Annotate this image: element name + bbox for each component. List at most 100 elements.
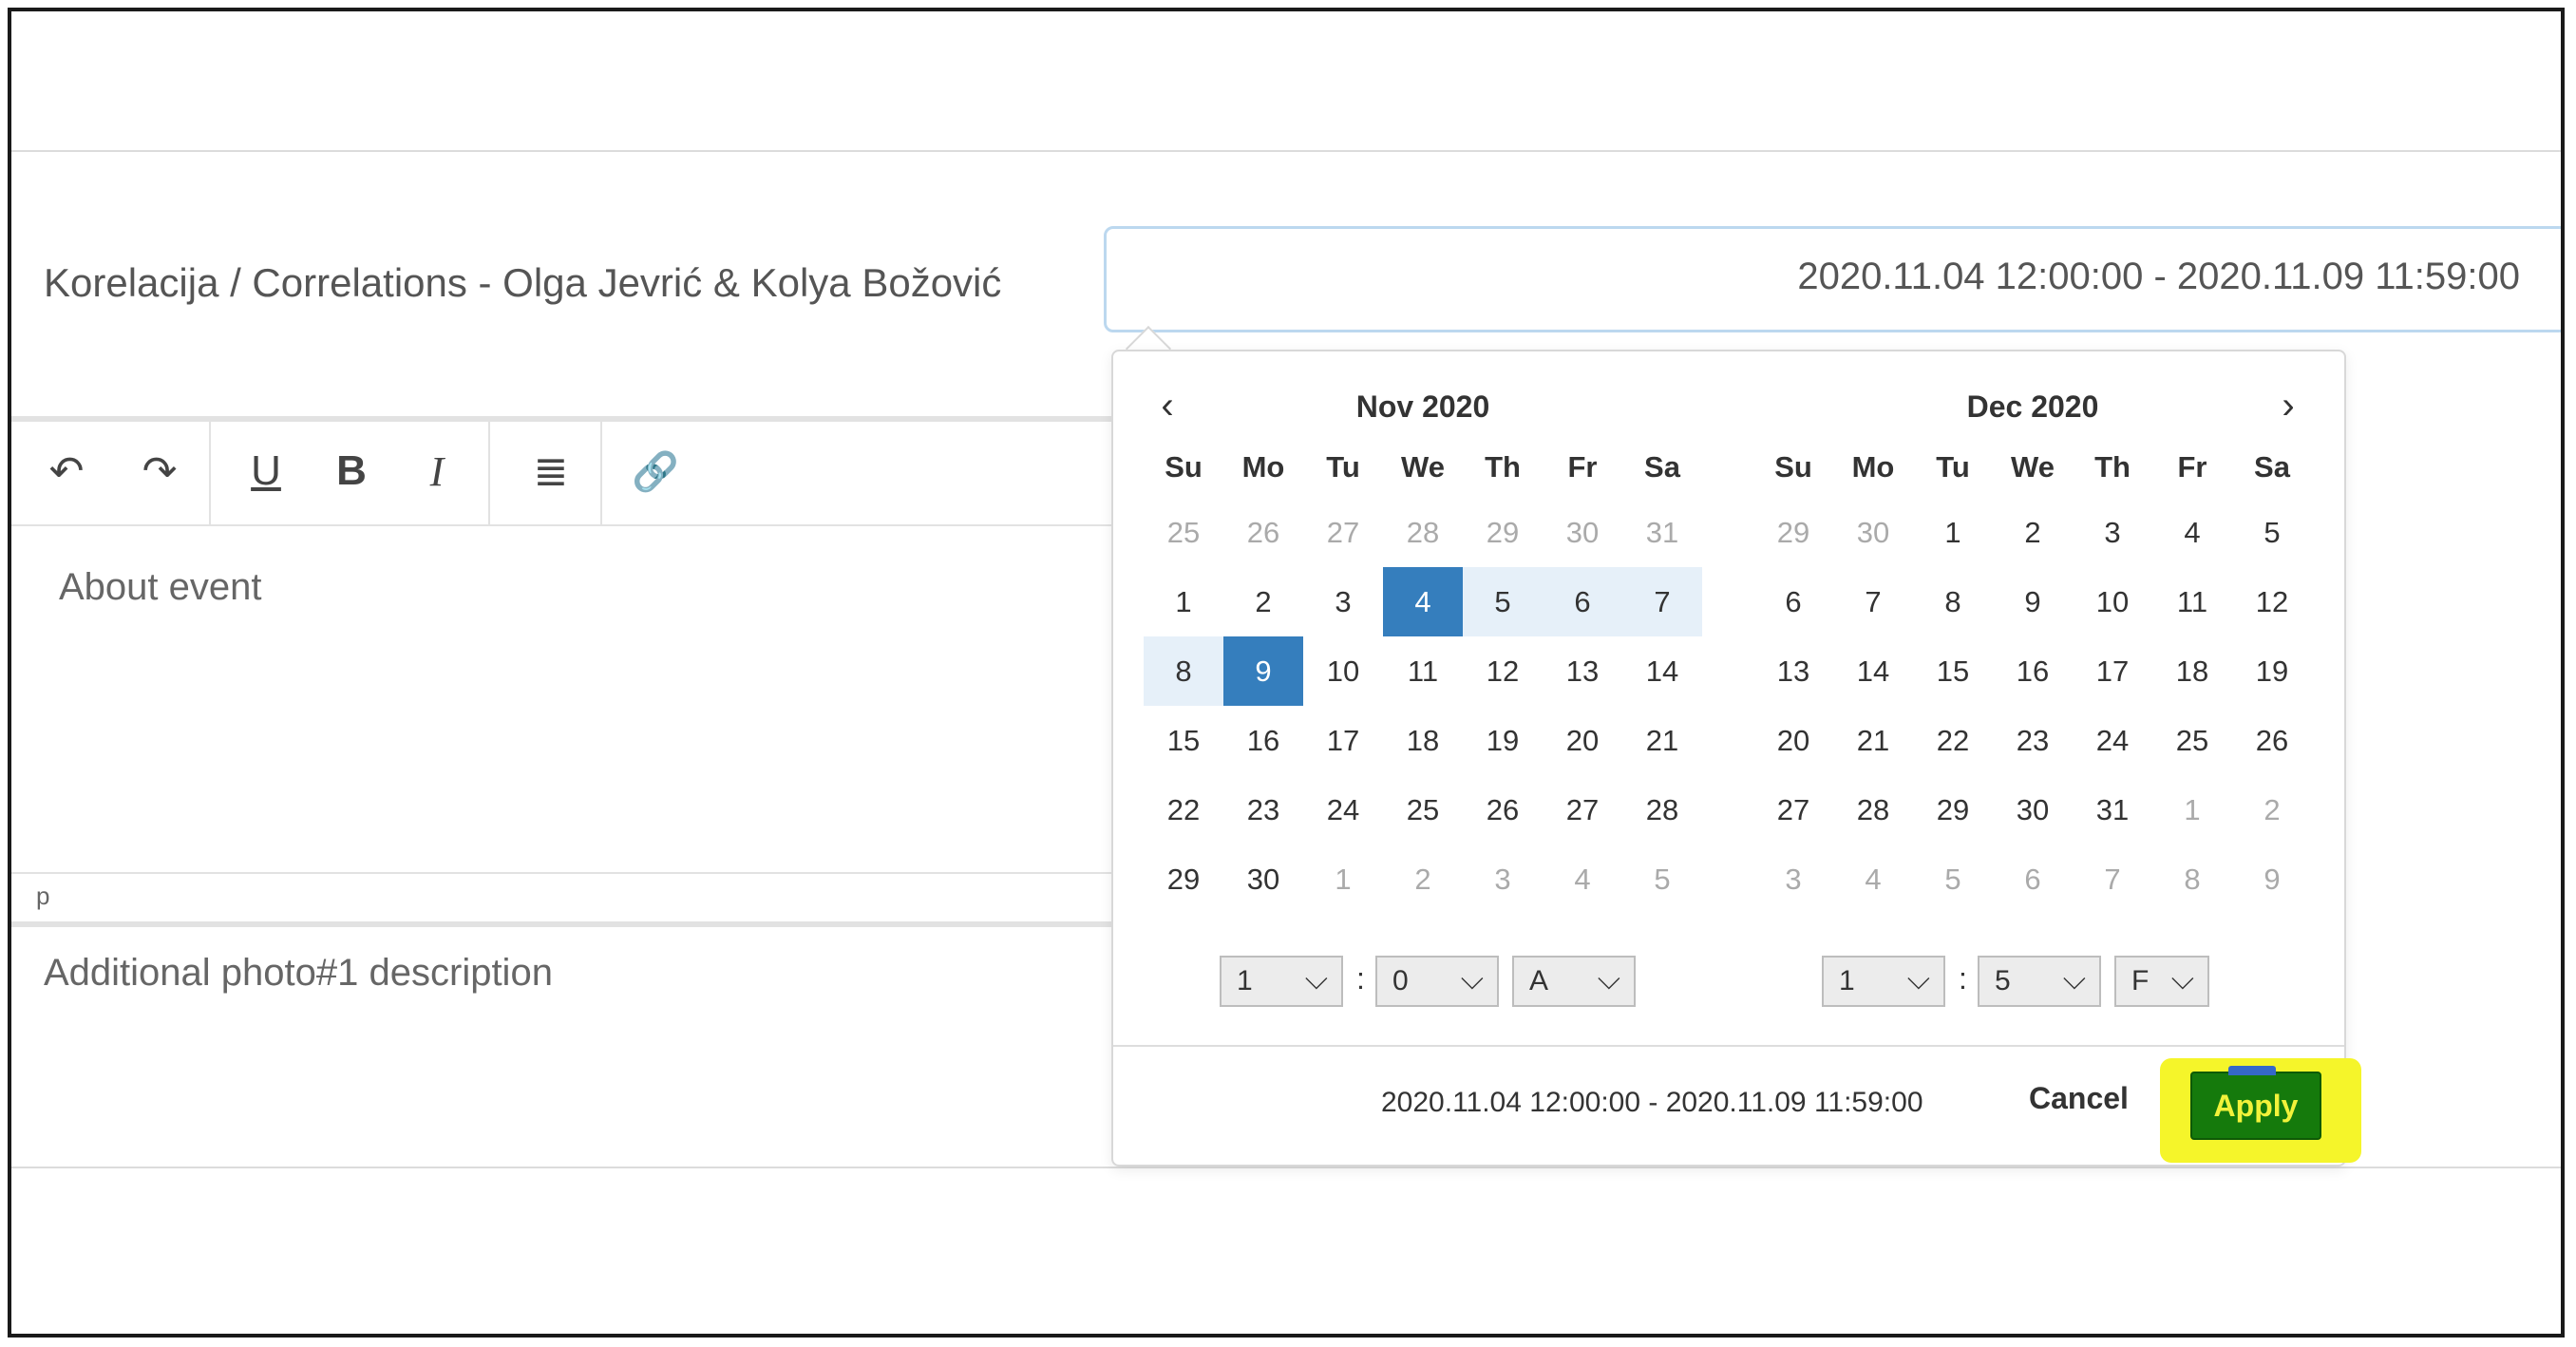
off-month-day-cell[interactable]: 9 <box>2232 844 2312 914</box>
day-cell[interactable]: 13 <box>1543 636 1622 706</box>
day-cell[interactable]: 30 <box>1223 844 1303 914</box>
day-cell[interactable]: 28 <box>1833 775 1913 844</box>
off-month-day-cell[interactable]: 3 <box>1463 844 1543 914</box>
day-cell[interactable]: 16 <box>1223 706 1303 775</box>
off-month-day-cell[interactable]: 2 <box>2232 775 2312 844</box>
day-cell[interactable]: 8 <box>1144 636 1223 706</box>
day-cell[interactable]: 28 <box>1622 775 1702 844</box>
day-cell[interactable]: 9 <box>1993 567 2073 636</box>
day-cell[interactable]: 20 <box>1753 706 1833 775</box>
redo-icon[interactable]: ↷ <box>131 441 188 502</box>
day-cell[interactable]: 25 <box>1383 775 1463 844</box>
day-cell[interactable]: 11 <box>1383 636 1463 706</box>
bold-icon[interactable]: B <box>323 441 380 502</box>
off-month-day-cell[interactable]: 4 <box>1543 844 1622 914</box>
off-month-day-cell[interactable]: 29 <box>1753 498 1833 567</box>
day-cell[interactable]: 5 <box>2232 498 2312 567</box>
apply-button[interactable]: Apply <box>2190 1066 2321 1140</box>
day-cell[interactable]: 12 <box>2232 567 2312 636</box>
undo-icon[interactable]: ↶ <box>38 441 95 502</box>
day-cell[interactable]: 21 <box>1622 706 1702 775</box>
selected-day-cell[interactable]: 9 <box>1223 636 1303 706</box>
off-month-day-cell[interactable]: 25 <box>1144 498 1223 567</box>
day-cell[interactable]: 7 <box>1622 567 1702 636</box>
day-cell[interactable]: 23 <box>1993 706 2073 775</box>
ampm-select-right[interactable]: F ⌵ <box>2114 956 2209 1007</box>
off-month-day-cell[interactable]: 1 <box>2152 775 2232 844</box>
selected-day-cell[interactable]: 4 <box>1383 567 1463 636</box>
day-cell[interactable]: 18 <box>2152 636 2232 706</box>
day-cell[interactable]: 1 <box>1913 498 1993 567</box>
day-cell[interactable]: 19 <box>1463 706 1543 775</box>
day-cell[interactable]: 11 <box>2152 567 2232 636</box>
day-cell[interactable]: 10 <box>2073 567 2152 636</box>
italic-icon[interactable]: I <box>408 441 465 502</box>
day-cell[interactable]: 20 <box>1543 706 1622 775</box>
day-cell[interactable]: 21 <box>1833 706 1913 775</box>
underline-icon[interactable]: U <box>237 441 294 502</box>
off-month-day-cell[interactable]: 2 <box>1383 844 1463 914</box>
off-month-day-cell[interactable]: 26 <box>1223 498 1303 567</box>
day-cell[interactable]: 10 <box>1303 636 1383 706</box>
day-cell[interactable]: 27 <box>1543 775 1622 844</box>
off-month-day-cell[interactable]: 31 <box>1622 498 1702 567</box>
day-cell[interactable]: 29 <box>1913 775 1993 844</box>
day-cell[interactable]: 14 <box>1833 636 1913 706</box>
day-cell[interactable]: 26 <box>2232 706 2312 775</box>
align-justify-icon[interactable]: ≣ <box>522 441 579 502</box>
minute-select-right[interactable]: 5 ⌵ <box>1978 956 2101 1007</box>
day-cell[interactable]: 16 <box>1993 636 2073 706</box>
about-event-editor[interactable]: About event <box>11 519 1151 872</box>
day-cell[interactable]: 18 <box>1383 706 1463 775</box>
date-range-input[interactable]: 2020.11.04 12:00:00 - 2020.11.09 11:59:0… <box>1104 226 2561 332</box>
off-month-day-cell[interactable]: 1 <box>1303 844 1383 914</box>
minute-select-left[interactable]: 0 ⌵ <box>1375 956 1499 1007</box>
element-path[interactable]: p <box>36 882 49 911</box>
day-cell[interactable]: 30 <box>1993 775 2073 844</box>
day-cell[interactable]: 25 <box>2152 706 2232 775</box>
day-cell[interactable]: 5 <box>1463 567 1543 636</box>
day-cell[interactable]: 23 <box>1223 775 1303 844</box>
link-icon[interactable]: 🔗 <box>627 441 684 502</box>
day-cell[interactable]: 19 <box>2232 636 2312 706</box>
day-cell[interactable]: 22 <box>1913 706 1993 775</box>
day-cell[interactable]: 7 <box>1833 567 1913 636</box>
off-month-day-cell[interactable]: 30 <box>1543 498 1622 567</box>
off-month-day-cell[interactable]: 5 <box>1622 844 1702 914</box>
additional-photo-description-field[interactable]: Additional photo#1 description <box>44 952 553 995</box>
day-cell[interactable]: 3 <box>2073 498 2152 567</box>
day-cell[interactable]: 26 <box>1463 775 1543 844</box>
off-month-day-cell[interactable]: 28 <box>1383 498 1463 567</box>
day-cell[interactable]: 1 <box>1144 567 1223 636</box>
day-cell[interactable]: 22 <box>1144 775 1223 844</box>
off-month-day-cell[interactable]: 5 <box>1913 844 1993 914</box>
day-cell[interactable]: 12 <box>1463 636 1543 706</box>
day-cell[interactable]: 15 <box>1913 636 1993 706</box>
next-month-icon[interactable]: › <box>2264 382 2312 429</box>
day-cell[interactable]: 17 <box>2073 636 2152 706</box>
off-month-day-cell[interactable]: 30 <box>1833 498 1913 567</box>
day-cell[interactable]: 3 <box>1303 567 1383 636</box>
day-cell[interactable]: 24 <box>1303 775 1383 844</box>
day-cell[interactable]: 6 <box>1543 567 1622 636</box>
day-cell[interactable]: 13 <box>1753 636 1833 706</box>
off-month-day-cell[interactable]: 7 <box>2073 844 2152 914</box>
day-cell[interactable]: 14 <box>1622 636 1702 706</box>
day-cell[interactable]: 15 <box>1144 706 1223 775</box>
off-month-day-cell[interactable]: 6 <box>1993 844 2073 914</box>
day-cell[interactable]: 2 <box>1223 567 1303 636</box>
off-month-day-cell[interactable]: 27 <box>1303 498 1383 567</box>
off-month-day-cell[interactable]: 3 <box>1753 844 1833 914</box>
off-month-day-cell[interactable]: 29 <box>1463 498 1543 567</box>
off-month-day-cell[interactable]: 4 <box>1833 844 1913 914</box>
ampm-select-left[interactable]: A ⌵ <box>1512 956 1636 1007</box>
day-cell[interactable]: 31 <box>2073 775 2152 844</box>
cancel-button[interactable]: Cancel <box>2029 1081 2129 1116</box>
day-cell[interactable]: 2 <box>1993 498 2073 567</box>
hour-select-left[interactable]: 1 ⌵ <box>1220 956 1343 1007</box>
day-cell[interactable]: 8 <box>1913 567 1993 636</box>
day-cell[interactable]: 4 <box>2152 498 2232 567</box>
off-month-day-cell[interactable]: 8 <box>2152 844 2232 914</box>
day-cell[interactable]: 6 <box>1753 567 1833 636</box>
day-cell[interactable]: 29 <box>1144 844 1223 914</box>
